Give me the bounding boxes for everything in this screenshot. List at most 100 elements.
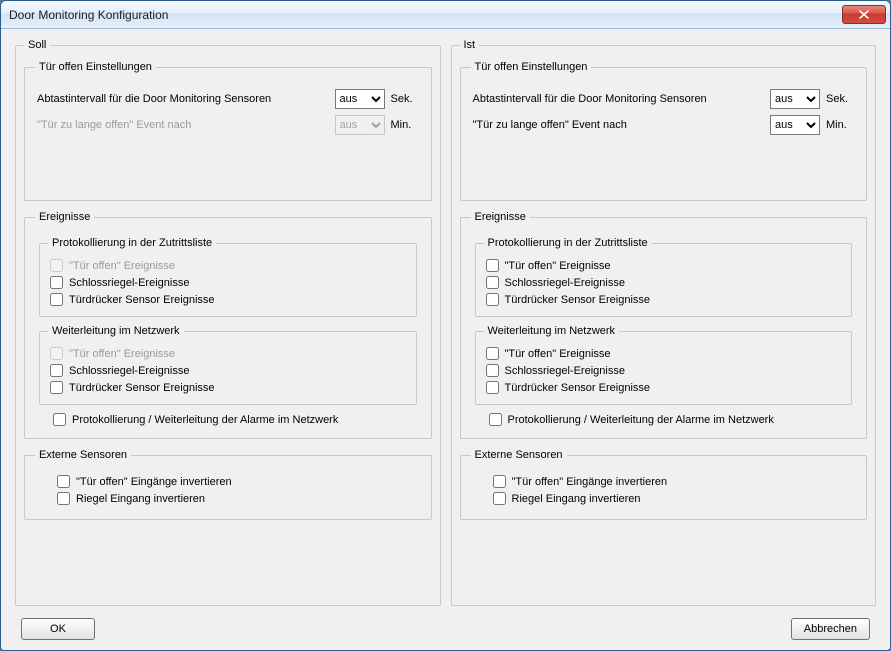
soll-logging-handle-checkbox[interactable] xyxy=(50,293,63,306)
ist-logging-bolt-row: Schlossriegel-Ereignisse xyxy=(484,276,844,289)
soll-invert-open-label: "Tür offen" Eingänge invertieren xyxy=(76,476,232,488)
soll-too-long-row: "Tür zu lange offen" Event nach aus Min. xyxy=(37,115,419,135)
soll-forwarding-legend: Weiterleitung im Netzwerk xyxy=(48,325,184,337)
soll-legend: Soll xyxy=(24,39,50,51)
ist-forwarding-open-row: "Tür offen" Ereignisse xyxy=(484,347,844,360)
columns: Soll Tür offen Einstellungen Abtastinter… xyxy=(15,39,876,614)
button-row: OK Abbrechen xyxy=(15,614,876,640)
soll-external-legend: Externe Sensoren xyxy=(35,449,131,461)
ist-forwarding-open-label: "Tür offen" Ereignisse xyxy=(505,348,611,360)
ist-forwarding-bolt-row: Schlossriegel-Ereignisse xyxy=(484,364,844,377)
ist-events-group: Ereignisse Protokollierung in der Zutrit… xyxy=(460,211,868,439)
soll-logging-open-checkbox xyxy=(50,259,63,272)
ist-too-long-combo[interactable]: aus xyxy=(770,115,820,135)
soll-forwarding-open-row: "Tür offen" Ereignisse xyxy=(48,347,408,360)
close-button[interactable] xyxy=(842,5,886,24)
cancel-button[interactable]: Abbrechen xyxy=(791,618,870,640)
ist-alarm-label: Protokollierung / Weiterleitung der Alar… xyxy=(508,414,774,426)
ist-alarm-checkbox[interactable] xyxy=(489,413,502,426)
soll-logging-legend: Protokollierung in der Zutrittsliste xyxy=(48,237,216,249)
soll-too-long-combo: aus xyxy=(335,115,385,135)
soll-forwarding-handle-row: Türdrücker Sensor Ereignisse xyxy=(48,381,408,394)
soll-forwarding-group: Weiterleitung im Netzwerk "Tür offen" Er… xyxy=(39,325,417,405)
ist-forwarding-bolt-label: Schlossriegel-Ereignisse xyxy=(505,365,625,377)
ist-invert-open-row: "Tür offen" Eingänge invertieren xyxy=(471,475,857,488)
ist-forwarding-open-checkbox[interactable] xyxy=(486,347,499,360)
soll-forwarding-handle-checkbox[interactable] xyxy=(50,381,63,394)
soll-events-group: Ereignisse Protokollierung in der Zutrit… xyxy=(24,211,432,439)
ist-sampling-combo[interactable]: aus xyxy=(770,89,820,109)
soll-logging-bolt-row: Schlossriegel-Ereignisse xyxy=(48,276,408,289)
ist-invert-open-label: "Tür offen" Eingänge invertieren xyxy=(512,476,668,488)
ist-forwarding-handle-checkbox[interactable] xyxy=(486,381,499,394)
ist-too-long-row: "Tür zu lange offen" Event nach aus Min. xyxy=(473,115,855,135)
soll-external-group: Externe Sensoren "Tür offen" Eingänge in… xyxy=(24,449,432,520)
soll-sampling-label: Abtastintervall für die Door Monitoring … xyxy=(37,93,335,105)
soll-sampling-row: Abtastintervall für die Door Monitoring … xyxy=(37,89,419,109)
soll-alarm-checkbox[interactable] xyxy=(53,413,66,426)
ist-alarm-row: Protokollierung / Weiterleitung der Alar… xyxy=(487,413,855,426)
ist-forwarding-group: Weiterleitung im Netzwerk "Tür offen" Er… xyxy=(475,325,853,405)
window-title: Door Monitoring Konfiguration xyxy=(9,8,842,22)
soll-door-settings-legend: Tür offen Einstellungen xyxy=(35,61,156,73)
soll-logging-handle-label: Türdrücker Sensor Ereignisse xyxy=(69,294,215,306)
soll-logging-bolt-checkbox[interactable] xyxy=(50,276,63,289)
soll-alarm-label: Protokollierung / Weiterleitung der Alar… xyxy=(72,414,338,426)
ist-external-group: Externe Sensoren "Tür offen" Eingänge in… xyxy=(460,449,868,520)
ist-forwarding-bolt-checkbox[interactable] xyxy=(486,364,499,377)
soll-invert-bolt-label: Riegel Eingang invertieren xyxy=(76,493,205,505)
ist-forwarding-handle-label: Türdrücker Sensor Ereignisse xyxy=(505,382,651,394)
close-icon xyxy=(859,10,869,19)
soll-sampling-combo[interactable]: aus xyxy=(335,89,385,109)
ist-door-settings-group: Tür offen Einstellungen Abtastintervall … xyxy=(460,61,868,201)
soll-forwarding-open-checkbox xyxy=(50,347,63,360)
ist-invert-bolt-checkbox[interactable] xyxy=(493,492,506,505)
soll-logging-handle-row: Türdrücker Sensor Ereignisse xyxy=(48,293,408,306)
ist-events-legend: Ereignisse xyxy=(471,211,530,223)
soll-events-legend: Ereignisse xyxy=(35,211,94,223)
soll-forwarding-handle-label: Türdrücker Sensor Ereignisse xyxy=(69,382,215,394)
soll-too-long-unit: Min. xyxy=(391,119,419,131)
soll-too-long-label: "Tür zu lange offen" Event nach xyxy=(37,119,335,131)
ist-logging-legend: Protokollierung in der Zutrittsliste xyxy=(484,237,652,249)
ist-logging-bolt-checkbox[interactable] xyxy=(486,276,499,289)
soll-door-settings-group: Tür offen Einstellungen Abtastintervall … xyxy=(24,61,432,201)
ist-logging-group: Protokollierung in der Zutrittsliste "Tü… xyxy=(475,237,853,317)
ist-forwarding-handle-row: Türdrücker Sensor Ereignisse xyxy=(484,381,844,394)
ist-door-settings-legend: Tür offen Einstellungen xyxy=(471,61,592,73)
dialog-window: Door Monitoring Konfiguration Soll Tür o… xyxy=(0,0,891,651)
ist-too-long-unit: Min. xyxy=(826,119,854,131)
soll-logging-bolt-label: Schlossriegel-Ereignisse xyxy=(69,277,189,289)
ist-invert-open-checkbox[interactable] xyxy=(493,475,506,488)
client-area: Soll Tür offen Einstellungen Abtastinter… xyxy=(1,29,890,650)
soll-invert-bolt-row: Riegel Eingang invertieren xyxy=(35,492,421,505)
soll-sampling-unit: Sek. xyxy=(391,93,419,105)
soll-logging-group: Protokollierung in der Zutrittsliste "Tü… xyxy=(39,237,417,317)
ist-logging-bolt-label: Schlossriegel-Ereignisse xyxy=(505,277,625,289)
ist-too-long-label: "Tür zu lange offen" Event nach xyxy=(473,119,771,131)
ist-logging-open-row: "Tür offen" Ereignisse xyxy=(484,259,844,272)
ist-sampling-row: Abtastintervall für die Door Monitoring … xyxy=(473,89,855,109)
ist-logging-handle-checkbox[interactable] xyxy=(486,293,499,306)
ok-button[interactable]: OK xyxy=(21,618,95,640)
ist-forwarding-legend: Weiterleitung im Netzwerk xyxy=(484,325,620,337)
ist-invert-bolt-row: Riegel Eingang invertieren xyxy=(471,492,857,505)
soll-logging-open-row: "Tür offen" Ereignisse xyxy=(48,259,408,272)
soll-forwarding-open-label: "Tür offen" Ereignisse xyxy=(69,348,175,360)
ist-invert-bolt-label: Riegel Eingang invertieren xyxy=(512,493,641,505)
ist-logging-open-label: "Tür offen" Ereignisse xyxy=(505,260,611,272)
ist-logging-handle-row: Türdrücker Sensor Ereignisse xyxy=(484,293,844,306)
titlebar: Door Monitoring Konfiguration xyxy=(1,1,890,29)
soll-group: Soll Tür offen Einstellungen Abtastinter… xyxy=(15,39,441,606)
soll-alarm-row: Protokollierung / Weiterleitung der Alar… xyxy=(51,413,419,426)
ist-group: Ist Tür offen Einstellungen Abtastinterv… xyxy=(451,39,877,606)
ist-external-legend: Externe Sensoren xyxy=(471,449,567,461)
ist-sampling-label: Abtastintervall für die Door Monitoring … xyxy=(473,93,771,105)
soll-forwarding-bolt-checkbox[interactable] xyxy=(50,364,63,377)
soll-logging-open-label: "Tür offen" Ereignisse xyxy=(69,260,175,272)
ist-logging-open-checkbox[interactable] xyxy=(486,259,499,272)
soll-forwarding-bolt-row: Schlossriegel-Ereignisse xyxy=(48,364,408,377)
soll-invert-bolt-checkbox[interactable] xyxy=(57,492,70,505)
soll-invert-open-checkbox[interactable] xyxy=(57,475,70,488)
ist-logging-handle-label: Türdrücker Sensor Ereignisse xyxy=(505,294,651,306)
